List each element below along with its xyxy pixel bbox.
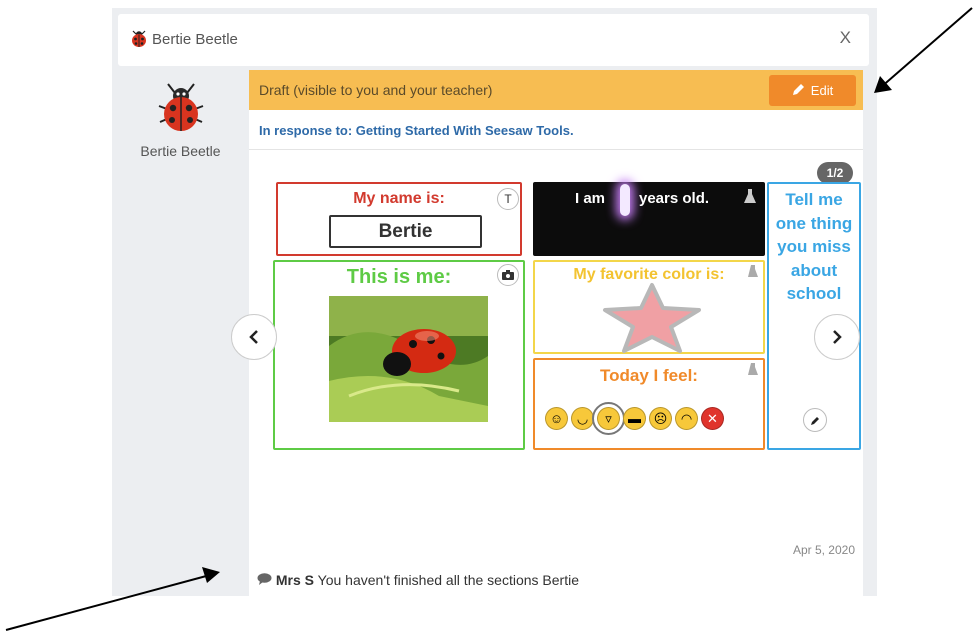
previous-page-button[interactable] — [231, 314, 277, 360]
name-box-title: My name is: — [353, 190, 445, 207]
post-modal: Bertie Beetle X Bertie Beetle Draft (vis… — [112, 8, 877, 596]
window-title: Bertie Beetle — [152, 31, 238, 48]
page-indicator: 1/2 — [817, 162, 853, 184]
divider — [249, 149, 863, 150]
draft-banner: Draft (visible to you and your teacher) … — [249, 70, 863, 110]
feelings-row: ☺ ◡ ▿ ▬ ☹ ◠ ✕ — [545, 402, 724, 435]
annotation-arrow-top — [874, 7, 973, 93]
text-tool-label: T — [504, 192, 512, 206]
comment: Mrs S You haven't finished all the secti… — [257, 572, 579, 588]
next-page-button[interactable] — [814, 314, 860, 360]
edit-label: Edit — [810, 83, 834, 98]
age-box: I am years old. — [533, 182, 765, 256]
comment-bubble-icon — [257, 572, 276, 588]
feel-box-title: Today I feel: — [600, 366, 698, 385]
cool-emoji-icon: ▬ — [623, 407, 646, 430]
ladybug-photo — [329, 296, 488, 422]
drawing-tool-icon[interactable] — [747, 362, 759, 381]
edit-button[interactable]: Edit — [769, 75, 856, 106]
sad-emoji-icon: ☹ — [649, 407, 672, 430]
grin-emoji-icon: ▿ — [592, 402, 625, 435]
name-value-field: Bertie — [329, 215, 482, 248]
camera-tool-button[interactable] — [497, 264, 519, 286]
miss-box-title: Tell me one thing you miss about school — [775, 190, 853, 303]
angry-emoji-icon: ✕ — [701, 407, 724, 430]
crying-emoji-icon: ◠ — [675, 407, 698, 430]
text-tool-button[interactable]: T — [497, 188, 519, 210]
upside-down-emoji-icon: ◡ — [571, 407, 594, 430]
pencil-icon — [792, 83, 805, 99]
response-link[interactable]: In response to: Getting Started With See… — [259, 123, 574, 138]
smile-emoji-icon: ☺ — [545, 407, 568, 430]
close-button[interactable]: X — [840, 28, 851, 48]
ladybug-avatar-icon — [154, 78, 208, 141]
color-box: My favorite color is: — [533, 260, 765, 354]
me-box: This is me: — [273, 260, 525, 450]
age-after: years old. — [639, 190, 710, 207]
drawing-tool-icon[interactable] — [747, 264, 759, 283]
post-card: Draft (visible to you and your teacher) … — [231, 70, 863, 596]
feel-box: Today I feel: ☺ ◡ ▿ ▬ ☹ ◠ ✕ — [533, 358, 765, 450]
name-box: My name is: Bertie T — [276, 182, 522, 256]
drawing-tool-icon[interactable] — [743, 188, 757, 209]
ladybug-icon — [129, 28, 149, 53]
post-date: Apr 5, 2020 — [792, 543, 855, 557]
comment-author: Mrs S — [275, 572, 315, 588]
draft-label: Draft (visible to you and your teacher) — [259, 82, 493, 98]
me-box-title: This is me: — [346, 266, 452, 288]
star-drawing — [603, 283, 701, 353]
comment-text: You haven't finished all the sections Be… — [317, 572, 579, 588]
author-name: Bertie Beetle — [140, 143, 221, 159]
age-highlight-mark — [620, 184, 630, 216]
annotation-arrow-bottom — [5, 567, 220, 631]
activity-slide: My name is: Bertie T I am years old. Tel… — [249, 182, 863, 457]
microphone-button[interactable] — [803, 408, 827, 432]
name-value: Bertie — [378, 220, 433, 242]
modal-header: Bertie Beetle X — [118, 14, 869, 66]
age-before: I am — [575, 190, 606, 207]
